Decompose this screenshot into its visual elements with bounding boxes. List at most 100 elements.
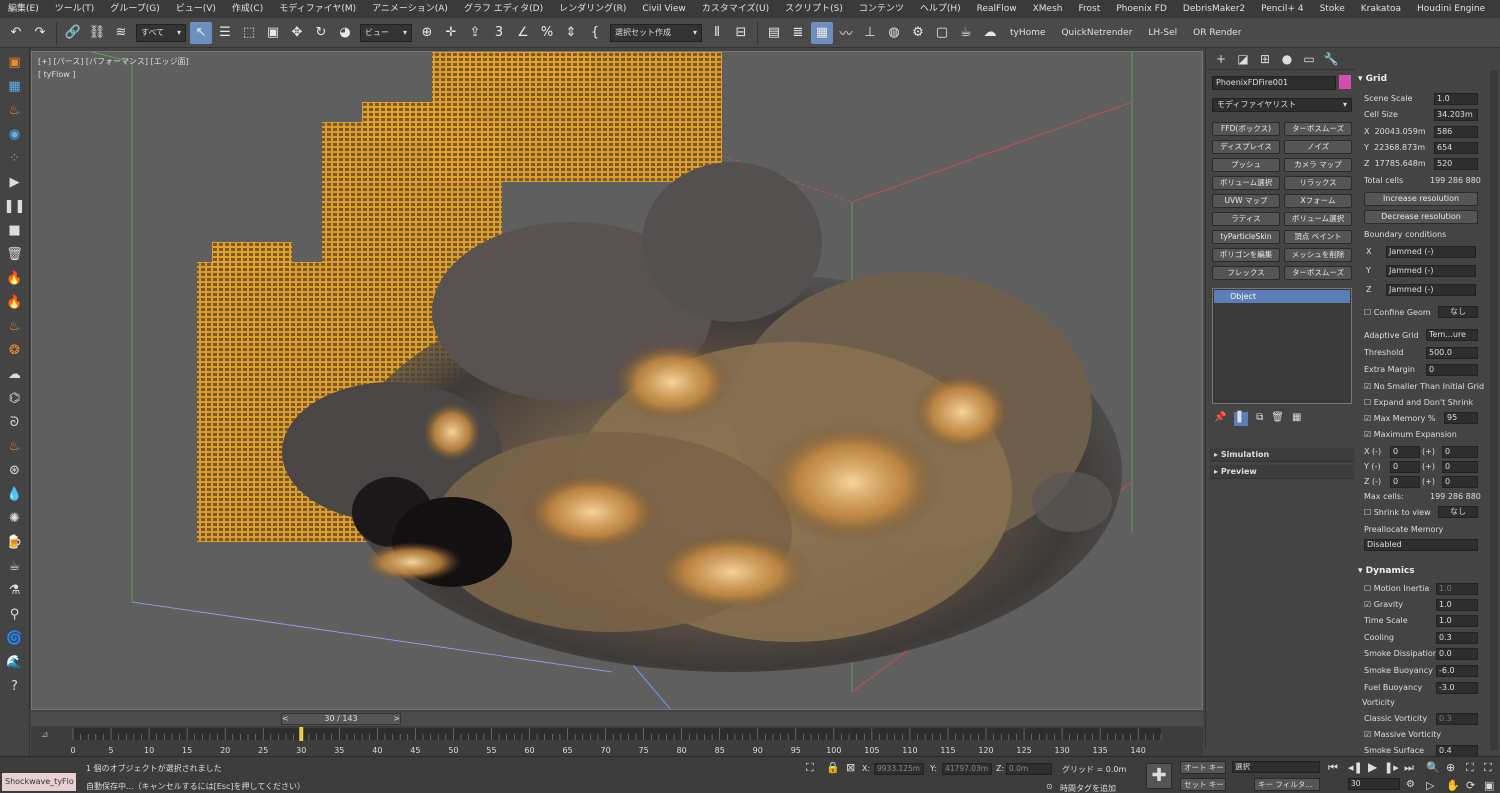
modifier-list-dropdown[interactable]: モディファイヤリスト ▾ xyxy=(1212,98,1352,112)
drop-icon[interactable]: ⚲ xyxy=(4,604,26,624)
zoom-all-icon[interactable]: ⊕ xyxy=(1446,761,1455,774)
wave-icon[interactable]: 🌊 xyxy=(4,652,26,672)
preallocate-memory-dropdown[interactable]: Disabled xyxy=(1364,539,1478,551)
object-name-field[interactable]: PhoenixFDFire001 xyxy=(1212,76,1336,90)
undo-icon[interactable]: ↶ xyxy=(5,22,27,44)
decrease-resolution-button[interactable]: Decrease resolution xyxy=(1364,210,1478,224)
x-cells-field[interactable]: 586 xyxy=(1434,126,1478,138)
or-render-label[interactable]: OR Render xyxy=(1193,28,1241,38)
menu-item[interactable]: レンダリング(R) xyxy=(551,0,634,18)
next-frame-icon[interactable]: ❚▸ xyxy=(1384,761,1399,774)
menu-item[interactable]: Frost xyxy=(1070,0,1108,18)
coord-x-field[interactable]: 9933.125m xyxy=(874,763,924,775)
lock-icon[interactable]: 🔒 xyxy=(826,761,840,774)
extra-margin-field[interactable]: 0 xyxy=(1426,364,1478,376)
x-minus-field[interactable]: 0 xyxy=(1390,446,1420,458)
lh-sel-label[interactable]: LH-Sel xyxy=(1148,28,1177,38)
modifier-button[interactable]: ディスプレイス xyxy=(1212,140,1280,154)
material-editor-icon[interactable]: ◍ xyxy=(883,22,905,44)
max-expansion-checkbox[interactable]: ☑ Maximum Expansion xyxy=(1364,430,1457,439)
modifier-button[interactable]: tyParticleSkin xyxy=(1212,230,1280,244)
splash-icon[interactable]: ✺ xyxy=(4,508,26,528)
ribbon-toggle-icon[interactable]: ▦ xyxy=(811,21,833,44)
menu-item[interactable]: DebrisMaker2 xyxy=(1175,0,1253,18)
curve-editor-toggle-icon[interactable]: ⊿ xyxy=(41,730,49,740)
pour-icon[interactable]: ⚗ xyxy=(4,580,26,600)
select-manipulate-icon[interactable]: ✛ xyxy=(440,22,462,44)
fire-source-2-icon[interactable]: ♨ xyxy=(4,316,26,336)
named-selection-dropdown[interactable]: 選択セット作成 ▾ xyxy=(610,23,702,42)
maxscript-listener-field[interactable]: Shockwave_tyFlo xyxy=(2,773,76,791)
adaptive-grid-dropdown[interactable]: Tem...ure xyxy=(1426,329,1478,341)
viewport-sublabel[interactable]: [ tyFlow ] xyxy=(38,70,75,79)
menu-item[interactable]: アニメーション(A) xyxy=(364,0,456,18)
time-slider-prev-icon[interactable]: < xyxy=(282,714,289,724)
modifier-button[interactable]: FFD(ボックス) xyxy=(1212,122,1280,136)
smoke-surface-field[interactable]: 0.4 xyxy=(1436,745,1478,756)
perspective-viewport[interactable]: [+] [パース] [パフォーマンス] [エッジ面] [ tyFlow ] xyxy=(31,51,1203,710)
add-time-tag-text[interactable]: 時間タグを追加 xyxy=(1060,783,1116,793)
fire-grid-icon[interactable]: 🔥 xyxy=(4,292,26,312)
menu-item[interactable]: モディファイヤ(M) xyxy=(271,0,364,18)
menu-item[interactable]: グラフ エディタ(D) xyxy=(456,0,551,18)
hierarchy-tab-icon[interactable]: ⊞ xyxy=(1254,52,1276,66)
viewport-label[interactable]: [+] [パース] [パフォーマンス] [エッジ面] xyxy=(38,56,189,67)
modifier-button[interactable]: カメラ マップ xyxy=(1284,158,1352,172)
pan-icon[interactable]: ✋ xyxy=(1446,779,1460,792)
properties-scrollbar[interactable] xyxy=(1490,70,1498,750)
rendered-frame-icon[interactable]: ▢ xyxy=(931,22,953,44)
angle-snap-icon[interactable]: ∠ xyxy=(512,22,534,44)
object-color-swatch[interactable] xyxy=(1339,75,1351,89)
scene-scale-field[interactable]: 1.0 xyxy=(1434,93,1478,105)
menu-item[interactable]: 編集(E) xyxy=(0,0,47,18)
grid-tool-icon[interactable]: ▦ xyxy=(4,76,26,96)
coord-z-field[interactable]: 0.0m xyxy=(1006,763,1052,775)
particles-icon[interactable]: ⁘ xyxy=(4,148,26,168)
zoom-extents-all-icon[interactable]: ⛶ xyxy=(1484,761,1492,775)
menu-item[interactable]: 作成(C) xyxy=(224,0,271,18)
stack-item-object[interactable]: Object xyxy=(1214,290,1350,303)
reference-coord-dropdown[interactable]: ビュー ▾ xyxy=(360,23,412,42)
menu-item[interactable]: ツール(T) xyxy=(47,0,103,18)
modifier-button[interactable]: ボリューム選択 xyxy=(1212,176,1280,190)
display-tab-icon[interactable]: ▭ xyxy=(1298,52,1320,66)
fire-source-icon[interactable]: ♨ xyxy=(4,100,26,120)
menu-item[interactable]: Krakatoa xyxy=(1353,0,1409,18)
y-cells-field[interactable]: 654 xyxy=(1434,142,1478,154)
create-tab-icon[interactable]: ▣ xyxy=(4,52,26,72)
track-bar-background[interactable] xyxy=(73,728,1161,740)
window-crossing-icon[interactable]: ▣ xyxy=(262,22,284,44)
pivot-center-icon[interactable]: ⊕ xyxy=(416,22,438,44)
keyboard-shortcut-icon[interactable]: ⇪ xyxy=(464,22,486,44)
boundary-z-dropdown[interactable]: Jammed (-) xyxy=(1386,284,1476,296)
menu-item[interactable]: グループ(G) xyxy=(102,0,167,18)
time-slider[interactable]: <30 / 143 > xyxy=(281,713,401,725)
modifier-button[interactable]: UVW マップ xyxy=(1212,194,1280,208)
snap-3d-icon[interactable]: 3 xyxy=(488,22,510,44)
link-icon[interactable]: 🔗 xyxy=(62,22,84,44)
rotate-icon[interactable]: ↻ xyxy=(310,22,332,44)
help-icon[interactable]: ? xyxy=(4,676,26,696)
no-smaller-checkbox[interactable]: ☑ No Smaller Than Initial Grid xyxy=(1364,382,1484,391)
cooling-field[interactable]: 0.3 xyxy=(1436,632,1478,644)
modifier-button[interactable]: ターボスムーズ xyxy=(1284,266,1352,280)
max-memory-checkbox[interactable]: ☑ Max Memory % xyxy=(1364,414,1435,423)
modifier-stack[interactable]: Object xyxy=(1212,288,1352,404)
menu-item[interactable]: ヘルプ(H) xyxy=(912,0,969,18)
threshold-field[interactable]: 500.0 xyxy=(1426,347,1478,359)
render-setup-icon[interactable]: ⚙ xyxy=(907,22,929,44)
selection-filter-dropdown[interactable]: すべて ▾ xyxy=(136,23,186,42)
tyhome-label[interactable]: tyHome xyxy=(1010,28,1045,38)
modifier-button[interactable]: ラティス xyxy=(1212,212,1280,226)
gravity-field[interactable]: 1.0 xyxy=(1436,599,1478,611)
shrink-to-view-button[interactable]: なし xyxy=(1438,506,1478,518)
liquid-icon[interactable]: ◉ xyxy=(4,124,26,144)
menu-item[interactable]: Stoke xyxy=(1312,0,1353,18)
selection-lock-icon[interactable]: ⛶ xyxy=(806,761,814,775)
curve-editor-icon[interactable]: 〰 xyxy=(835,22,857,44)
scale-icon[interactable]: ◕ xyxy=(334,22,356,44)
play-animation-icon[interactable]: ▶ xyxy=(1368,760,1377,774)
stop-icon[interactable]: ■ xyxy=(4,220,26,240)
y-minus-field[interactable]: 0 xyxy=(1390,461,1420,473)
cell-size-field[interactable]: 34.203m xyxy=(1434,109,1478,121)
